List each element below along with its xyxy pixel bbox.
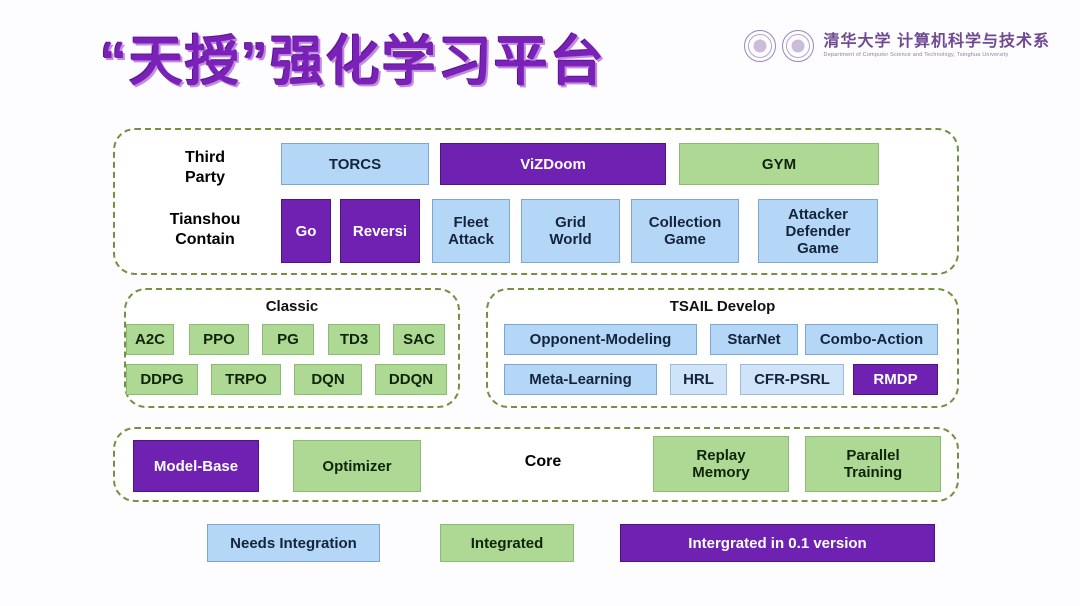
env-box-reversi[interactable]: Reversi <box>340 199 420 263</box>
classic-box-sac[interactable]: SAC <box>393 324 445 355</box>
legend: Needs Integration Integrated Intergrated i… <box>0 524 1080 570</box>
tsail-box-combo-action[interactable]: Combo-Action <box>805 324 938 355</box>
tsail-box-meta-learning[interactable]: Meta-Learning <box>504 364 657 395</box>
env-box-vizdoom[interactable]: ViZDoom <box>440 143 666 185</box>
classic-box-a2c[interactable]: A2C <box>126 324 174 355</box>
university-logo: 清华大学 计算机科学与技术系 Department of Computer Sc… <box>743 30 1050 62</box>
core-box-replay-memory[interactable]: Replay Memory <box>653 436 789 492</box>
row-label-third-party: Third Party <box>184 149 226 186</box>
core-label: Core <box>524 453 562 470</box>
classic-box-td3[interactable]: TD3 <box>328 324 380 355</box>
classic-box-pg[interactable]: PG <box>262 324 314 355</box>
slide-header: “天授”强化学习平台 清华大学 计算机科学与技术系 Department of … <box>0 0 1080 118</box>
classic-box-ddqn[interactable]: DDQN <box>375 364 447 395</box>
classic-box-ppo[interactable]: PPO <box>189 324 249 355</box>
panel-title-classic: Classic <box>265 298 319 315</box>
env-box-torcs[interactable]: TORCS <box>281 143 429 185</box>
core-box-model-base[interactable]: Model-Base <box>133 440 259 492</box>
legend-item-integrated: Integrated <box>440 524 574 562</box>
env-box-grid-world[interactable]: Grid World <box>521 199 620 263</box>
env-box-collection-game[interactable]: Collection Game <box>631 199 739 263</box>
logo-text-en: Department of Computer Science and Techn… <box>823 52 1009 58</box>
logo-text-cn: 清华大学 计算机科学与技术系 <box>823 33 1050 50</box>
page-title: “天授”强化学习平台 <box>100 32 606 92</box>
logo-text: 清华大学 计算机科学与技术系 Department of Computer Sc… <box>824 33 1050 59</box>
tsinghua-seal-icon <box>743 30 776 62</box>
env-box-go[interactable]: Go <box>281 199 331 263</box>
core-box-parallel-training[interactable]: Parallel Training <box>805 436 941 492</box>
tsail-box-hrl[interactable]: HRL <box>670 364 727 395</box>
row-label-tianshou-contain: Tianshou Contain <box>169 211 241 248</box>
tsail-box-opponent-modeling[interactable]: Opponent-Modeling <box>504 324 697 355</box>
tsail-box-starnet[interactable]: StarNet <box>710 324 798 355</box>
tsail-box-cfr-psrl[interactable]: CFR-PSRL <box>740 364 844 395</box>
tsail-box-rmdp[interactable]: RMDP <box>853 364 938 395</box>
classic-box-dqn[interactable]: DQN <box>294 364 362 395</box>
panel-title-tsail: TSAIL Develop <box>669 298 776 315</box>
legend-item-needs-integration: Needs Integration <box>207 524 380 562</box>
legend-item-intergrated-in-0-1-version: Intergrated in 0.1 version <box>620 524 935 562</box>
cs-dept-seal-icon <box>781 30 814 62</box>
env-box-attacker-defender-game[interactable]: Attacker Defender Game <box>758 199 878 263</box>
classic-box-ddpg[interactable]: DDPG <box>126 364 198 395</box>
core-box-optimizer[interactable]: Optimizer <box>293 440 421 492</box>
env-box-gym[interactable]: GYM <box>679 143 879 185</box>
classic-box-trpo[interactable]: TRPO <box>211 364 281 395</box>
env-box-fleet-attack[interactable]: Fleet Attack <box>432 199 510 263</box>
